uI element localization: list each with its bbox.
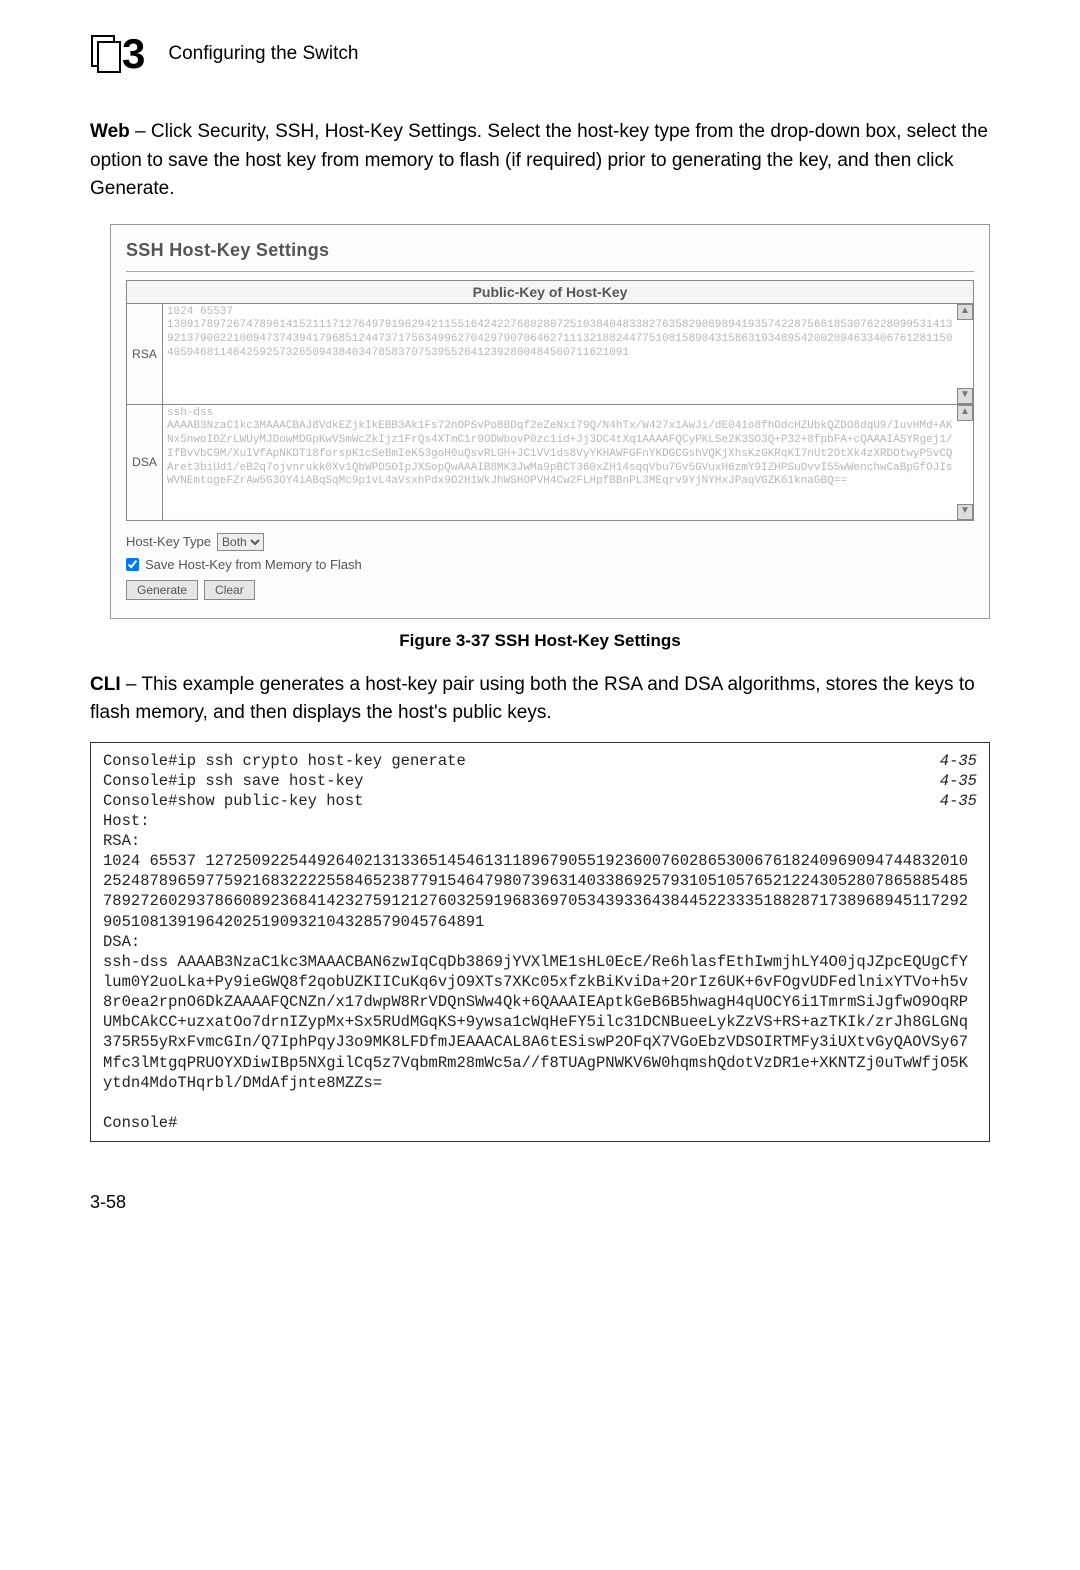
cli-intro: CLI – This example generates a host-key … — [90, 671, 990, 728]
ssh-title: SSH Host-Key Settings — [126, 240, 974, 261]
rsa-key-textarea[interactable] — [163, 304, 973, 399]
dsa-label: DSA — [127, 404, 163, 520]
scroll-down-icon[interactable]: ▼ — [957, 504, 973, 520]
cli-lead: CLI — [90, 674, 121, 695]
page-number: 3-58 — [90, 1192, 990, 1213]
public-key-table: Public-Key of Host-Key RSA ▲ ▼ DSA ▲ ▼ — [126, 280, 974, 521]
generate-button[interactable]: Generate — [126, 580, 198, 600]
cli-ref: 4-35 — [920, 751, 977, 771]
save-flash-checkbox[interactable] — [126, 558, 139, 571]
table-header: Public-Key of Host-Key — [127, 280, 974, 303]
cli-ref: 4-35 — [920, 771, 977, 791]
divider — [126, 271, 974, 272]
dsa-key-cell: ▲ ▼ — [163, 404, 974, 520]
chapter-icon: 3 — [90, 30, 145, 78]
figure-caption: Figure 3-37 SSH Host-Key Settings — [90, 631, 990, 651]
web-text: – Click Security, SSH, Host-Key Settings… — [90, 121, 988, 199]
scroll-up-icon[interactable]: ▲ — [957, 405, 973, 421]
cli-cmd: Console#ip ssh save host-key — [103, 771, 363, 791]
scroll-up-icon[interactable]: ▲ — [957, 304, 973, 320]
hostkey-type-row: Host-Key Type Both — [126, 533, 974, 551]
rsa-key-cell: ▲ ▼ — [163, 303, 974, 404]
clear-button[interactable]: Clear — [204, 580, 255, 600]
page-header: 3 Configuring the Switch — [90, 30, 990, 78]
cli-ref: 4-35 — [920, 791, 977, 811]
scroll-down-icon[interactable]: ▼ — [957, 388, 973, 404]
cli-output-box: Console#ip ssh crypto host-key generate 4… — [90, 742, 990, 1143]
hostkey-type-select[interactable]: Both — [217, 533, 264, 551]
cli-cmd: Console#ip ssh crypto host-key generate — [103, 751, 466, 771]
chapter-number: 3 — [122, 30, 145, 78]
cli-body: Host: RSA: 1024 65537 127250922544926402… — [103, 812, 968, 1132]
ssh-settings-screenshot: SSH Host-Key Settings Public-Key of Host… — [110, 224, 990, 619]
save-flash-label: Save Host-Key from Memory to Flash — [145, 557, 362, 572]
web-intro: Web – Click Security, SSH, Host-Key Sett… — [90, 118, 990, 204]
chapter-title: Configuring the Switch — [168, 43, 358, 65]
cli-text: – This example generates a host-key pair… — [90, 674, 975, 724]
web-lead: Web — [90, 121, 130, 142]
button-row: Generate Clear — [126, 580, 974, 600]
cli-cmd: Console#show public-key host — [103, 791, 363, 811]
dsa-key-textarea[interactable] — [163, 405, 973, 515]
rsa-label: RSA — [127, 303, 163, 404]
save-flash-row: Save Host-Key from Memory to Flash — [126, 557, 974, 572]
hostkey-type-label: Host-Key Type — [126, 534, 211, 549]
